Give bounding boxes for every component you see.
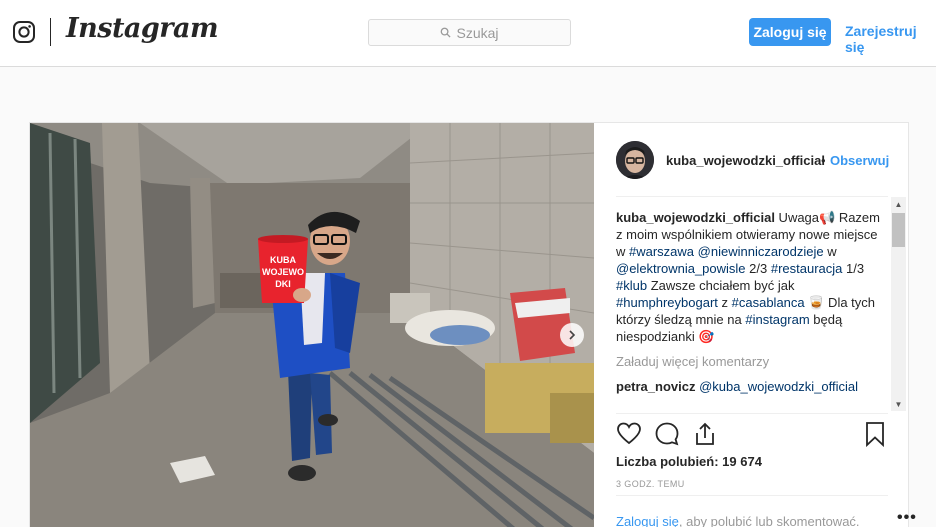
separator-dot: • <box>821 153 826 168</box>
share-icon[interactable] <box>692 421 718 447</box>
caption-p10: Zawsze chciałem być jak <box>647 278 795 293</box>
avatar[interactable] <box>616 141 654 179</box>
caption-p6: 2/3 <box>745 261 771 276</box>
caption-p8: 1/3 <box>842 261 865 276</box>
more-options-button[interactable]: ••• <box>897 509 917 527</box>
hashtag-restauracja[interactable]: #restauracja <box>771 261 843 276</box>
svg-text:WOJEWO: WOJEWO <box>262 267 304 277</box>
login-button[interactable]: Zaloguj się <box>749 18 831 46</box>
caption: kuba_wojewodzki_official Uwaga📢 Razem z … <box>616 209 888 345</box>
post-photo[interactable]: KUBA WOJEWO DKI <box>30 123 594 527</box>
mention-elektrownia-powisle[interactable]: @elektrownia_powisle <box>616 261 746 276</box>
divider <box>616 413 888 414</box>
post-sidebar: kuba_wojewodzki_official • Obserwuj kuba… <box>594 123 916 527</box>
instagram-wordmark[interactable]: Instagram <box>66 13 219 44</box>
bucket-text: KUBA <box>270 255 296 265</box>
caption-p12: z <box>717 295 732 310</box>
login-prompt: Zaloguj się, aby polubić lub skomentować… <box>616 514 860 527</box>
search-icon <box>441 27 452 38</box>
mention-niewinniczarodzieje[interactable]: @niewinniczarodzieje <box>698 244 824 259</box>
bookmark-icon[interactable] <box>862 421 888 447</box>
comment-icon[interactable] <box>654 421 680 447</box>
svg-text:DKI: DKI <box>275 279 291 289</box>
search-input[interactable]: Szukaj <box>368 19 571 46</box>
hashtag-klub[interactable]: #klub <box>616 278 647 293</box>
comments-scrollbar[interactable]: ▲ ▼ <box>891 197 906 411</box>
post-timestamp[interactable]: 3 godz. temu <box>616 479 685 489</box>
instagram-glyph-icon[interactable] <box>12 20 36 44</box>
caption-author[interactable]: kuba_wojewodzki_official <box>616 210 775 225</box>
heart-icon[interactable] <box>616 421 642 447</box>
caption-p4: w <box>823 244 837 259</box>
comment-item: petra_novicz @kuba_wojewodzki_official <box>616 378 888 395</box>
hashtag-instagram[interactable]: #instagram <box>745 312 809 327</box>
post-actions <box>616 421 888 447</box>
hashtag-casablanca[interactable]: #casablanca <box>732 295 805 310</box>
divider <box>616 495 888 496</box>
comment-mention[interactable]: @kuba_wojewodzki_official <box>699 379 858 394</box>
register-link[interactable]: Zarejestruj się <box>845 23 936 55</box>
footer-prompt-text: , aby polubić lub skomentować. <box>678 514 860 527</box>
comments-list[interactable]: kuba_wojewodzki_official Uwaga📢 Razem z … <box>616 209 888 411</box>
likes-count[interactable]: Liczba polubień: 19 674 <box>616 454 762 469</box>
divider <box>616 196 888 197</box>
comment-author[interactable]: petra_novicz <box>616 379 695 394</box>
hashtag-humphreybogart[interactable]: #humphreybogart <box>616 295 718 310</box>
scroll-up-icon[interactable]: ▲ <box>891 197 906 211</box>
next-photo-button[interactable] <box>560 323 584 347</box>
top-navigation-bar: Instagram Szukaj Zaloguj się Zarejestruj… <box>0 0 936 67</box>
scrollbar-thumb[interactable] <box>892 213 905 247</box>
footer-login-link[interactable]: Zaloguj się <box>616 514 679 527</box>
scroll-down-icon[interactable]: ▼ <box>891 397 906 411</box>
post-author-username[interactable]: kuba_wojewodzki_official <box>666 153 825 168</box>
header-divider <box>50 18 51 46</box>
follow-button[interactable]: Obserwuj <box>830 153 889 168</box>
hashtag-warszawa[interactable]: #warszawa <box>629 244 694 259</box>
chevron-right-icon <box>569 330 576 340</box>
post-header: kuba_wojewodzki_official • Obserwuj <box>594 123 910 196</box>
load-more-comments-button[interactable]: Załaduj więcej komentarzy <box>616 353 888 370</box>
search-placeholder: Szukaj <box>456 24 499 41</box>
post-card: KUBA WOJEWO DKI kuba_wojewodzki_official… <box>29 122 916 527</box>
